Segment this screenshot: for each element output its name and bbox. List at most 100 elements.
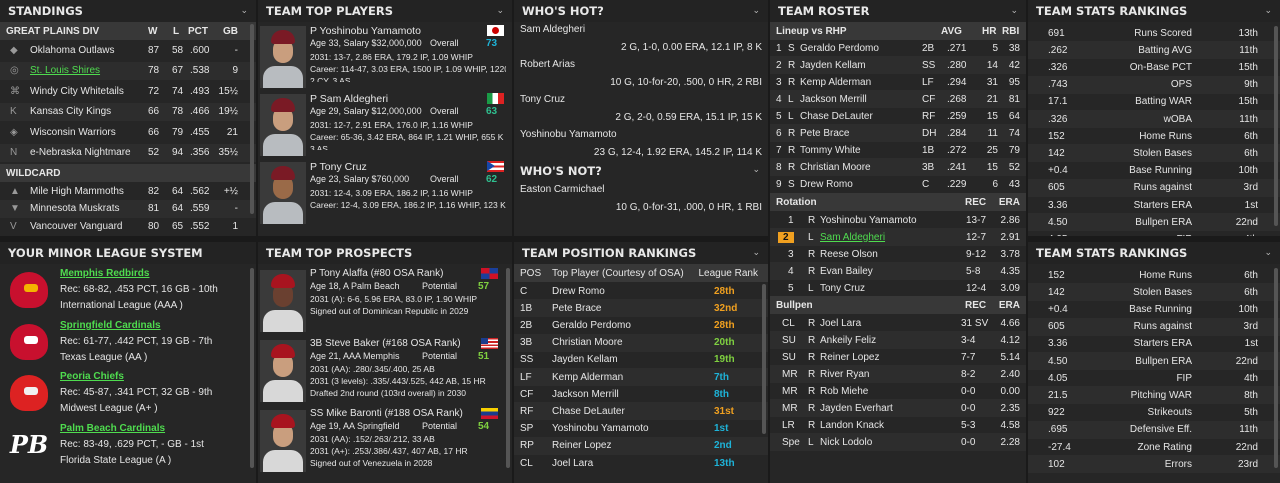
palm-beach-logo[interactable]: PB [4,421,54,469]
minor-team-link[interactable]: Peoria Chiefs [60,371,124,382]
top-player-card[interactable]: P Sam Aldegheri Age 29, Salary $12,000,00… [310,90,506,156]
player-headshot[interactable] [260,340,306,402]
chevron-down-icon[interactable]: ⌄ [752,164,760,175]
player-name[interactable]: Jayden Everhart [820,403,893,414]
team-name[interactable]: Mile High Mammoths [30,186,124,197]
player-name[interactable]: Reiner Lopez [820,352,879,363]
roster-header[interactable]: TEAM ROSTER ⌄ [770,0,1026,22]
player-name[interactable]: Jayden Kellam [800,60,866,71]
lineup-row[interactable]: 8 R Christian Moore 3B .241 15 52 [770,158,1026,176]
player-name[interactable]: Kemp Alderman [800,77,871,88]
prospect-card[interactable]: P Tony Alaffa (#80 OSA Rank) Age 18, A Pa… [310,266,498,334]
lineup-row[interactable]: 7 R Tommy White 1B .272 25 79 [770,141,1026,159]
top-player-name[interactable]: Reiner Lopez [552,440,611,451]
team-name[interactable]: St. Louis Shires [30,65,100,76]
chiefs-logo[interactable] [4,369,54,417]
position-ranking-row[interactable]: RP Reiner Lopez 2nd [514,436,768,455]
player-name[interactable]: Reese Olson [820,249,878,260]
redbirds-logo[interactable] [4,266,54,314]
team-row[interactable]: Ne-Nebraska Nightmare 52 94 .356 35½ [0,143,256,162]
minor-team-link[interactable]: Springfield Cardinals [60,320,161,331]
position-ranking-row[interactable]: CF Jackson Merrill 8th [514,385,768,403]
stat-row[interactable]: 691 Runs Scored 13th [1028,24,1280,42]
cold-player-name[interactable]: Easton Carmichael [520,184,604,195]
rotation-row[interactable]: 5 L Tony Cruz 12-4 3.09 [770,279,1026,297]
lineup-row[interactable]: 1 S Geraldo Perdomo 2B .271 5 38 [770,39,1026,57]
stat-row[interactable]: .326 On-Base PCT 15th [1028,58,1280,76]
chevron-down-icon[interactable]: ⌄ [752,6,760,16]
stat-row[interactable]: +0.4 Base Running 10th [1028,300,1280,318]
hot-player-name[interactable]: Sam Aldegheri [520,24,585,35]
whos-hot-header[interactable]: WHO'S HOT? ⌄ [514,0,768,22]
stat-row[interactable]: 605 Runs against 3rd [1028,317,1280,336]
top-player-name[interactable]: Kemp Alderman [552,372,623,383]
stats-rankings-header[interactable]: TEAM STATS RANKINGS ⌄ [1028,242,1280,264]
top-player-card[interactable]: P Yoshinobu Yamamoto Age 33, Salary $32,0… [310,22,506,88]
position-ranking-row[interactable]: CL Joel Lara 13th [514,454,768,472]
player-headshot[interactable] [260,410,306,472]
chevron-down-icon[interactable]: ⌄ [752,248,760,258]
bullpen-row[interactable]: MR R River Ryan 8-2 2.40 [770,365,1026,383]
hot-player-name[interactable]: Robert Arias [520,59,575,70]
player-name[interactable]: Rob Miehe [820,386,868,397]
scrollbar[interactable] [1274,26,1278,226]
top-player-name[interactable]: Drew Romo [552,286,605,297]
player-name[interactable]: Pete Brace [800,128,849,139]
stat-row[interactable]: .743 OPS 9th [1028,75,1280,94]
chevron-down-icon[interactable]: ⌄ [1010,6,1018,16]
position-rankings-header[interactable]: TEAM POSITION RANKINGS ⌄ [514,242,768,264]
chevron-down-icon[interactable]: ⌄ [1264,6,1272,16]
top-player-name[interactable]: Jayden Kellam [552,354,618,365]
team-name[interactable]: Minnesota Muskrats [30,203,119,214]
stat-row[interactable]: 4.50 Bullpen ERA 22nd [1028,352,1280,370]
player-name[interactable]: Ankeily Feliz [820,335,876,346]
team-name[interactable]: Vancouver Vanguard [30,221,122,232]
stat-row[interactable]: 102 Errors 23rd [1028,455,1280,474]
stat-row[interactable]: -27.4 Zone Rating 22nd [1028,438,1280,456]
stat-row[interactable]: .262 Batting AVG 11th [1028,41,1280,60]
team-row[interactable]: ◎ St. Louis Shires 78 67 .538 9 [0,61,256,80]
rotation-row[interactable]: 3 R Reese Olson 9-12 3.78 [770,245,1026,263]
stat-row[interactable]: 152 Home Runs 6th [1028,127,1280,145]
minor-team-link[interactable]: Palm Beach Cardinals [60,423,165,434]
rotation-row[interactable]: 4 R Evan Bailey 5-8 4.35 [770,262,1026,280]
team-row[interactable]: ◈ Wisconsin Warriors 66 79 .455 21 [0,123,256,141]
scrollbar[interactable] [762,284,766,434]
position-ranking-row[interactable]: SP Yoshinobu Yamamoto 1st [514,420,768,438]
prospect-name[interactable]: 3B Steve Baker (#168 OSA Rank) [310,338,461,349]
rotation-row[interactable]: 1 R Yoshinobu Yamamoto 13-7 2.86 [770,211,1026,229]
lineup-row[interactable]: 9 S Drew Romo C .229 6 43 [770,175,1026,193]
player-headshot[interactable] [260,270,306,332]
scrollbar[interactable] [250,268,254,468]
stat-row[interactable]: 605 Runs against 3rd [1028,178,1280,197]
player-name[interactable]: Drew Romo [800,179,853,190]
stat-row[interactable]: 922 Strikeouts 5th [1028,404,1280,422]
stat-row[interactable]: .695 Defensive Eff. 11th [1028,420,1280,439]
team-name[interactable]: Wisconsin Warriors [30,127,116,138]
top-player-name[interactable]: Christian Moore [552,337,623,348]
lineup-row[interactable]: 4 L Jackson Merrill CF .268 21 81 [770,90,1026,108]
stat-row[interactable]: +0.4 Base Running 10th [1028,162,1280,180]
lineup-row[interactable]: 3 R Kemp Alderman LF .294 31 95 [770,73,1026,91]
stat-row[interactable]: 17.1 Batting WAR 15th [1028,93,1280,111]
player-headshot[interactable] [260,162,306,224]
bullpen-row[interactable]: SU R Reiner Lopez 7-7 5.14 [770,348,1026,366]
rotation-row[interactable]: 2 L Sam Aldegheri 12-7 2.91 [770,228,1026,246]
top-player-card[interactable]: P Tony Cruz Age 23, Salary $760,000 Overal… [310,158,506,224]
wildcard-team-row[interactable]: V Vancouver Vanguard 80 65 .552 1 [0,217,256,235]
bullpen-row[interactable]: SU R Ankeily Feliz 3-4 4.12 [770,331,1026,349]
stat-row[interactable]: 3.36 Starters ERA 1st [1028,196,1280,214]
position-ranking-row[interactable]: LF Kemp Alderman 7th [514,368,768,386]
player-name[interactable]: Sam Aldegheri [820,232,885,243]
chevron-down-icon[interactable]: ⌄ [496,6,504,16]
team-row[interactable]: ◆ Oklahoma Outlaws 87 58 .600 - [0,41,256,59]
player-name[interactable]: Landon Knack [820,420,884,431]
team-row[interactable]: K Kansas City Kings 66 78 .466 19½ [0,102,256,121]
position-ranking-row[interactable]: 3B Christian Moore 20th [514,333,768,352]
stat-row[interactable]: 3.36 Starters ERA 1st [1028,335,1280,353]
standings-header[interactable]: STANDINGS ⌄ [0,0,256,22]
top-player-name[interactable]: Joel Lara [552,458,593,469]
player-name[interactable]: Evan Bailey [820,266,873,277]
player-name[interactable]: Jackson Merrill [800,94,867,105]
lineup-row[interactable]: 2 R Jayden Kellam SS .280 14 42 [770,56,1026,74]
